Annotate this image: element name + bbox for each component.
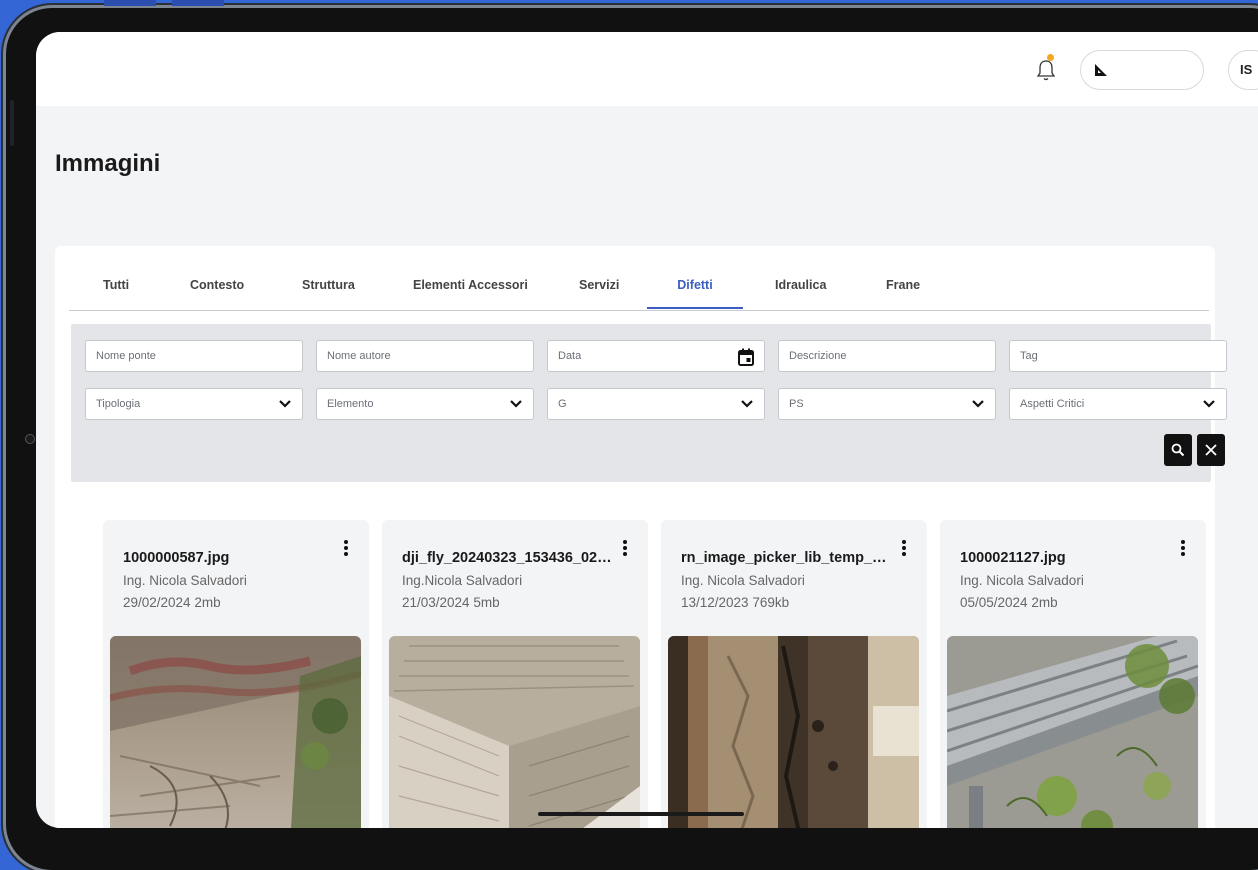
tipologia-label: Tipologia — [96, 398, 141, 410]
tab-servizi[interactable]: Servizi — [579, 278, 619, 309]
screen: IS Immagini Tutti Contesto Struttura Ele… — [36, 32, 1258, 828]
image-author: Ing. Nicola Salvadori — [960, 573, 1084, 588]
image-author: Ing. Nicola Salvadori — [123, 573, 247, 588]
image-meta: 05/05/2024 2mb — [960, 595, 1058, 610]
search-icon — [1171, 443, 1185, 457]
tag-input[interactable] — [1009, 340, 1227, 372]
nome-autore-input[interactable] — [316, 340, 534, 372]
more-options-icon[interactable] — [620, 540, 630, 558]
user-avatar[interactable]: IS — [1228, 50, 1258, 90]
image-meta: 21/03/2024 5mb — [402, 595, 500, 610]
top-bar: IS — [36, 32, 1258, 106]
filter-panel: Data Tipologia Elemento G — [71, 324, 1227, 482]
aspetti-critici-select[interactable]: Aspetti Critici — [1009, 388, 1227, 420]
image-thumbnail[interactable] — [947, 636, 1198, 828]
tool-selector[interactable] — [1080, 50, 1204, 90]
camera-dot — [25, 434, 35, 444]
home-indicator[interactable] — [538, 812, 744, 816]
data-input[interactable]: Data — [547, 340, 765, 372]
image-card[interactable]: 1000000587.jpg Ing. Nicola Salvadori 29/… — [103, 520, 369, 828]
more-options-icon[interactable] — [341, 540, 351, 558]
image-card[interactable]: 1000021127.jpg Ing. Nicola Salvadori 05/… — [940, 520, 1206, 828]
close-icon — [1205, 444, 1217, 456]
elemento-label: Elemento — [327, 398, 374, 410]
top-edge-button — [172, 0, 224, 6]
ps-select[interactable]: PS — [778, 388, 996, 420]
chevron-down-icon — [510, 400, 522, 408]
bell-icon[interactable] — [1036, 58, 1056, 82]
tab-idraulica[interactable]: Idraulica — [775, 278, 826, 309]
chevron-down-icon — [741, 400, 753, 408]
image-thumbnail[interactable] — [668, 636, 919, 828]
descrizione-input[interactable] — [778, 340, 996, 372]
ps-label: PS — [789, 398, 804, 410]
category-tabs: Tutti Contesto Struttura Elementi Access… — [69, 246, 1209, 311]
image-filename: dji_fly_20240323_153436_0287_171… — [402, 550, 612, 566]
tab-tutti[interactable]: Tutti — [103, 278, 129, 309]
image-meta: 13/12/2023 769kb — [681, 595, 790, 610]
image-author: Ing. Nicola Salvadori — [681, 573, 805, 588]
side-button — [10, 100, 14, 146]
image-thumbnail[interactable] — [110, 636, 361, 828]
page-title: Immagini — [55, 150, 161, 177]
top-edge-button — [104, 0, 156, 6]
image-filename: rn_image_picker_lib_temp_041416f9… — [681, 550, 891, 566]
image-meta: 29/02/2024 2mb — [123, 595, 221, 610]
more-options-icon[interactable] — [899, 540, 909, 558]
chevron-down-icon — [972, 400, 984, 408]
ruler-triangle-icon — [1095, 64, 1107, 76]
notification-dot — [1047, 54, 1054, 61]
aspetti-critici-label: Aspetti Critici — [1020, 398, 1085, 410]
nome-ponte-input[interactable] — [85, 340, 303, 372]
calendar-icon[interactable] — [738, 348, 754, 366]
search-button[interactable] — [1164, 434, 1192, 466]
data-placeholder: Data — [558, 350, 582, 362]
g-select[interactable]: G — [547, 388, 765, 420]
chevron-down-icon — [1203, 400, 1215, 408]
image-author: Ing.Nicola Salvadori — [402, 573, 523, 588]
tipologia-select[interactable]: Tipologia — [85, 388, 303, 420]
elemento-select[interactable]: Elemento — [316, 388, 534, 420]
tab-frane[interactable]: Frane — [886, 278, 920, 309]
tab-struttura[interactable]: Struttura — [302, 278, 355, 309]
image-card[interactable]: rn_image_picker_lib_temp_041416f9… Ing. … — [661, 520, 927, 828]
tab-contesto[interactable]: Contesto — [190, 278, 244, 309]
tab-difetti[interactable]: Difetti — [647, 278, 743, 309]
g-label: G — [558, 398, 567, 410]
image-filename: 1000021127.jpg — [960, 550, 1066, 566]
more-options-icon[interactable] — [1178, 540, 1188, 558]
image-filename: 1000000587.jpg — [123, 550, 230, 566]
chevron-down-icon — [279, 400, 291, 408]
tab-elementi-accessori[interactable]: Elementi Accessori — [413, 278, 528, 309]
images-panel: Tutti Contesto Struttura Elementi Access… — [55, 246, 1227, 828]
image-card[interactable]: dji_fly_20240323_153436_0287_171… Ing.Ni… — [382, 520, 648, 828]
clear-filters-button[interactable] — [1197, 434, 1225, 466]
image-thumbnail[interactable] — [389, 636, 640, 828]
